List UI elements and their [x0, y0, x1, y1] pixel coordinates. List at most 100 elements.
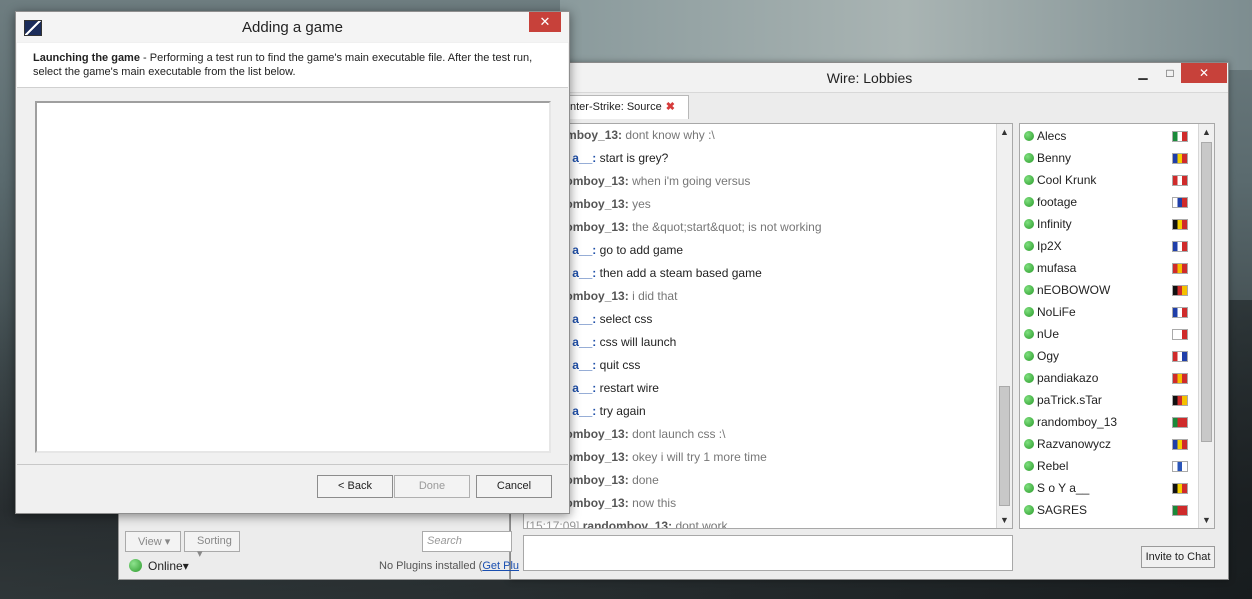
- country-flag-icon: [1172, 263, 1188, 274]
- dialog-titlebar: Adding a game ✕: [16, 12, 569, 42]
- user-list-item[interactable]: footage: [1020, 191, 1214, 213]
- get-plugins-link[interactable]: Get Plu: [482, 560, 519, 572]
- user-name: NoLiFe: [1037, 305, 1076, 319]
- dialog-title: Adding a game: [242, 19, 343, 36]
- minimize-icon[interactable]: ▁: [1129, 63, 1157, 83]
- country-flag-icon: [1172, 219, 1188, 230]
- user-name: nEOBOWOW: [1037, 283, 1111, 297]
- user-scrollbar[interactable]: ▲ ▼: [1198, 124, 1214, 528]
- online-status-icon: [1024, 241, 1034, 251]
- user-list-item[interactable]: paTrick.sTar: [1020, 389, 1214, 411]
- invite-to-chat-button[interactable]: Invite to Chat: [1141, 546, 1215, 568]
- country-flag-icon: [1172, 483, 1188, 494]
- user-list-item[interactable]: pandiakazo: [1020, 367, 1214, 389]
- search-input[interactable]: Search: [422, 531, 512, 552]
- online-status-icon: [1024, 373, 1034, 383]
- scroll-up-icon[interactable]: ▲: [1199, 124, 1214, 140]
- user-name: Infinity: [1037, 217, 1072, 231]
- chat-text: dont launch css :\: [632, 427, 726, 441]
- country-flag-icon: [1172, 461, 1188, 472]
- user-list-item[interactable]: Ogy: [1020, 345, 1214, 367]
- chat-message: 5] randomboy_13: done: [524, 469, 1012, 492]
- scroll-down-icon[interactable]: ▼: [997, 512, 1012, 528]
- sorting-button[interactable]: Sorting ▾: [184, 531, 240, 560]
- cancel-button[interactable]: Cancel: [476, 475, 552, 498]
- chat-message: 7] randomboy_13: now this: [524, 492, 1012, 515]
- dropdown-icon: ▾: [164, 536, 171, 548]
- user-list-item[interactable]: Alecs: [1020, 125, 1214, 147]
- close-icon[interactable]: ✕: [1181, 63, 1227, 83]
- user-list-item[interactable]: Rebel: [1020, 455, 1214, 477]
- user-lines: Alecs Benny Cool Krunk footage Infinity Ip2X m…: [1020, 124, 1214, 521]
- status-selector[interactable]: Online▾: [129, 559, 189, 573]
- online-status-icon: [1024, 307, 1034, 317]
- plugins-status: No Plugins installed (Get Plu: [379, 560, 519, 572]
- user-name: Rebel: [1037, 459, 1069, 473]
- chat-text: quit css: [599, 358, 641, 372]
- chat-text: when i'm going versus: [632, 174, 751, 188]
- chat-message: 2] randomboy_13: okey i will try 1 more …: [524, 446, 1012, 469]
- lobbies-title: Wire: Lobbies: [826, 70, 913, 86]
- online-status-icon: [1024, 285, 1034, 295]
- chat-timestamp: [15:17:09]: [526, 519, 580, 529]
- chat-nick[interactable]: randomboy_13:: [583, 519, 672, 528]
- country-flag-icon: [1172, 241, 1188, 252]
- status-label: Online: [148, 559, 183, 573]
- online-status-icon: [1024, 219, 1034, 229]
- tab-close-icon[interactable]: ✖: [666, 101, 675, 113]
- executable-list[interactable]: [35, 101, 551, 453]
- online-status-icon: [1024, 197, 1034, 207]
- close-icon[interactable]: ✕: [529, 12, 561, 32]
- chat-message: 2] randomboy_13: when i'm going versus: [524, 170, 1012, 193]
- online-status-icon: [1024, 263, 1034, 273]
- user-list-item[interactable]: Cool Krunk: [1020, 169, 1214, 191]
- online-status-icon: [1024, 461, 1034, 471]
- chat-text: then add a steam based game: [599, 266, 762, 280]
- user-list[interactable]: Alecs Benny Cool Krunk footage Infinity Ip2X m…: [1019, 123, 1215, 529]
- chat-message: 9] randomboy_13: dont launch css :\: [524, 423, 1012, 446]
- chat-message: 0] S o Y a__: start is grey?: [524, 147, 1012, 170]
- back-button[interactable]: < Back: [317, 475, 393, 498]
- chat-log[interactable]: [ randomboy_13: dont know why :\0] S o Y…: [523, 123, 1013, 529]
- user-list-item[interactable]: nUe: [1020, 323, 1214, 345]
- user-list-item[interactable]: SAGRES: [1020, 499, 1214, 521]
- dialog-step-title: Launching the game: [33, 52, 140, 64]
- user-list-item[interactable]: NoLiFe: [1020, 301, 1214, 323]
- user-list-item[interactable]: Benny: [1020, 147, 1214, 169]
- user-list-item[interactable]: randomboy_13: [1020, 411, 1214, 433]
- chat-text: i did that: [632, 289, 678, 303]
- user-list-item[interactable]: Infinity: [1020, 213, 1214, 235]
- user-name: footage: [1037, 195, 1078, 209]
- user-name: mufasa: [1037, 261, 1077, 275]
- online-status-icon: [1024, 351, 1034, 361]
- chat-message: 4] randomboy_13: yes: [524, 193, 1012, 216]
- tab-counter-strike-source[interactable]: nter-Strike: Source ✖: [561, 95, 689, 119]
- view-button[interactable]: View ▾: [125, 531, 181, 552]
- chat-message: 6] S o Y a__: try again: [524, 400, 1012, 423]
- online-status-icon: [1024, 483, 1034, 493]
- user-list-item[interactable]: nEOBOWOW: [1020, 279, 1214, 301]
- country-flag-icon: [1172, 197, 1188, 208]
- user-name: Cool Krunk: [1037, 173, 1097, 187]
- chat-text: the &quot;start&quot; is not working: [632, 220, 822, 234]
- maximize-icon[interactable]: □: [1156, 63, 1184, 83]
- user-list-item[interactable]: mufasa: [1020, 257, 1214, 279]
- scrollbar-thumb[interactable]: [1201, 142, 1212, 442]
- chat-input[interactable]: [523, 535, 1013, 571]
- lobbies-window: Wire: Lobbies ▁ □ ✕ nter-Strike: Source ✖…: [510, 62, 1229, 580]
- scroll-down-icon[interactable]: ▼: [1199, 512, 1214, 528]
- country-flag-icon: [1172, 285, 1188, 296]
- user-list-item[interactable]: Razvanowycz: [1020, 433, 1214, 455]
- user-list-item[interactable]: Ip2X: [1020, 235, 1214, 257]
- online-status-icon: [1024, 505, 1034, 515]
- country-flag-icon: [1172, 439, 1188, 450]
- chat-text: restart wire: [599, 381, 659, 395]
- scroll-up-icon[interactable]: ▲: [997, 124, 1012, 140]
- online-status-icon: [1024, 395, 1034, 405]
- user-list-item[interactable]: S o Y a__: [1020, 477, 1214, 499]
- scrollbar-thumb[interactable]: [999, 386, 1010, 506]
- chat-message: [15:17:09] randomboy_13: dont work: [524, 515, 1012, 529]
- desktop-sky: [560, 0, 1252, 70]
- chat-scrollbar[interactable]: ▲ ▼: [996, 124, 1012, 528]
- view-label: View: [138, 536, 162, 548]
